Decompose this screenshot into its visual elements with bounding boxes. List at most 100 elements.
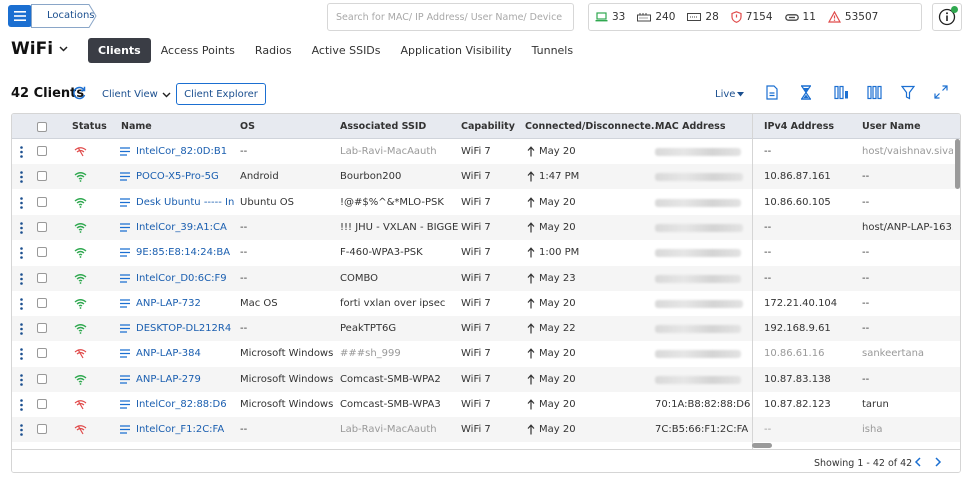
client-name-link[interactable]: 9E:85:E8:14:24:BA [136, 247, 236, 258]
client-detail-icon[interactable] [120, 273, 130, 283]
column-header-status[interactable]: Status [72, 121, 107, 132]
column-header-connected[interactable]: Connected/Disconnecte... [525, 121, 662, 132]
table-row[interactable]: DESKTOP-DL212R4 -- PeakTPT6G WiFi 7 May 22 19… [12, 316, 960, 342]
stat-switches[interactable]: 240 [631, 4, 681, 30]
table-row[interactable]: ANP-LAP-732 Mac OS forti vxlan over ipsec W… [12, 291, 960, 316]
client-name-link[interactable]: DESKTOP-DL212R4 [136, 323, 236, 334]
client-detail-icon[interactable] [120, 248, 130, 257]
client-name-link[interactable]: ANP-LAP-732 [136, 298, 236, 309]
table-row[interactable]: IntelCor_D0:6C:F9 -- COMBO WiFi 7 May 23 -- -- [12, 265, 960, 291]
vertical-scrollbar[interactable] [955, 139, 960, 189]
client-detail-icon[interactable] [120, 197, 130, 207]
row-checkbox[interactable] [37, 348, 47, 359]
column-header-mac[interactable]: MAC Address [655, 121, 725, 132]
row-actions-icon[interactable] [20, 247, 23, 259]
column-header-name[interactable]: Name [121, 121, 152, 132]
column-header-capability[interactable]: Capability [461, 121, 515, 132]
row-checkbox[interactable] [37, 297, 47, 308]
table-row[interactable]: 9E:85:E8:14:24:BA -- F-460-WPA3-PSK WiFi 7 1… [12, 240, 960, 265]
live-dropdown[interactable]: Live [715, 89, 745, 100]
table-row[interactable]: IntelCor_39:A1:CA -- !!! JHU - VXLAN - BIG… [12, 214, 960, 240]
stat-clients[interactable]: 33 [589, 4, 631, 30]
row-checkbox[interactable] [37, 146, 47, 156]
stat-security[interactable]: 7154 [725, 4, 779, 30]
info-button[interactable] [932, 3, 962, 31]
row-actions-icon[interactable] [20, 373, 23, 386]
client-detail-icon[interactable] [120, 172, 130, 181]
table-row[interactable]: IntelCor_82:0D:B1 -- Lab-Ravi-MacAauth WiFi… [12, 139, 960, 164]
tab-radios[interactable]: Radios [245, 38, 302, 63]
table-row[interactable]: IntelCor_82:88:D6 Microsoft Windows Comcas… [12, 392, 960, 417]
hamburger-menu-button[interactable] [8, 5, 32, 27]
table-row[interactable]: POCO-X5-Pro-5G Android Bourbon200 WiFi 7 1:4… [12, 164, 960, 190]
filter-icon[interactable] [901, 85, 915, 100]
tab-clients[interactable]: Clients [88, 38, 151, 63]
hourglass-icon[interactable] [800, 85, 812, 100]
stat-alerts[interactable]: 53507 [822, 4, 884, 30]
client-detail-icon[interactable] [120, 223, 130, 232]
row-checkbox[interactable] [37, 373, 47, 384]
table-row[interactable]: Desk Ubuntu ----- In Ubuntu OS !@#$%^&*MLO… [12, 190, 960, 215]
client-detail-icon[interactable] [120, 400, 130, 409]
client-detail-icon[interactable] [120, 349, 130, 359]
row-actions-icon[interactable] [20, 272, 23, 285]
row-actions-icon[interactable] [20, 323, 23, 335]
column-header-ssid[interactable]: Associated SSID [340, 121, 426, 132]
table-row[interactable]: IntelCor_F1:2C:FA -- Lab-Ravi-MacAauth WiFi… [12, 417, 960, 443]
row-checkbox[interactable] [37, 171, 47, 182]
tab-tunnels[interactable]: Tunnels [522, 38, 584, 63]
tab-application-visibility[interactable]: Application Visibility [391, 38, 522, 63]
client-name-link[interactable]: ANP-LAP-279 [136, 374, 236, 385]
breadcrumb-locations[interactable]: Locations [31, 4, 97, 28]
columns-icon[interactable] [867, 85, 882, 100]
row-checkbox[interactable] [37, 399, 47, 409]
row-checkbox[interactable] [37, 323, 47, 334]
client-name-link[interactable]: IntelCor_39:A1:CA [136, 222, 236, 233]
row-checkbox[interactable] [37, 247, 47, 258]
search-input[interactable] [327, 3, 574, 31]
row-actions-icon[interactable] [20, 146, 23, 158]
tab-access-points[interactable]: Access Points [151, 38, 245, 63]
expand-icon[interactable] [934, 85, 948, 99]
column-header-os[interactable]: OS [240, 121, 255, 132]
client-name-link[interactable]: ANP-LAP-384 [136, 348, 236, 359]
column-settings-icon[interactable] [834, 85, 849, 100]
client-name-link[interactable]: IntelCor_D0:6C:F9 [136, 273, 236, 284]
client-detail-icon[interactable] [120, 324, 130, 333]
table-row[interactable]: ANP-LAP-279 Microsoft Windows Comcast-SMB-… [12, 366, 960, 392]
row-actions-icon[interactable] [20, 399, 23, 411]
row-checkbox[interactable] [37, 424, 47, 435]
client-name-link[interactable]: Desk Ubuntu ----- In [136, 197, 236, 208]
export-file-icon[interactable] [766, 85, 778, 100]
page-title[interactable]: WiFi [11, 39, 68, 59]
table-row[interactable]: ANP-LAP-384 Microsoft Windows ###sh_999 WiF… [12, 341, 960, 366]
column-header-ipv4[interactable]: IPv4 Address [764, 121, 834, 132]
client-detail-icon[interactable] [120, 147, 130, 156]
horizontal-scrollbar[interactable] [752, 443, 772, 448]
stat-links[interactable]: 11 [779, 4, 822, 30]
client-name-link[interactable]: POCO-X5-Pro-5G [136, 171, 236, 182]
select-all-checkbox[interactable] [37, 122, 47, 132]
client-name-link[interactable]: IntelCor_82:0D:B1 [136, 146, 236, 157]
prev-page-icon[interactable] [914, 456, 922, 468]
client-view-dropdown[interactable]: Client View [102, 89, 171, 100]
row-checkbox[interactable] [37, 272, 47, 283]
column-header-user[interactable]: User Name [862, 121, 921, 132]
client-detail-icon[interactable] [120, 375, 130, 384]
client-name-link[interactable]: IntelCor_82:88:D6 [136, 399, 236, 410]
client-detail-icon[interactable] [120, 425, 130, 434]
tab-active-ssids[interactable]: Active SSIDs [302, 38, 391, 63]
row-actions-icon[interactable] [20, 222, 23, 234]
row-actions-icon[interactable] [20, 196, 23, 209]
row-actions-icon[interactable] [20, 171, 23, 184]
row-actions-icon[interactable] [20, 348, 23, 361]
refresh-icon[interactable] [71, 85, 87, 101]
row-actions-icon[interactable] [20, 297, 23, 310]
stat-gateways[interactable]: 28 [681, 4, 724, 30]
client-name-link[interactable]: IntelCor_F1:2C:FA [136, 424, 236, 435]
row-checkbox[interactable] [37, 221, 47, 232]
row-actions-icon[interactable] [20, 424, 23, 437]
next-page-icon[interactable] [934, 456, 942, 468]
client-detail-icon[interactable] [120, 299, 130, 308]
client-explorer-button[interactable]: Client Explorer [176, 83, 266, 105]
